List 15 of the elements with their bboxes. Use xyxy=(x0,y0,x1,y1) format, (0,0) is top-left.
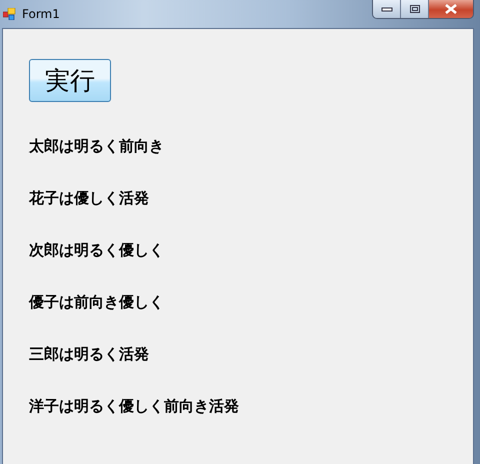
run-button[interactable]: 実行 xyxy=(29,59,111,102)
text-label: 次郎は明るく優しく xyxy=(29,240,165,260)
text-label: 三郎は明るく活発 xyxy=(29,344,150,364)
text-label: 花子は優しく活発 xyxy=(29,188,150,208)
window-title: Form1 xyxy=(22,7,60,21)
close-icon xyxy=(444,4,458,14)
minimize-button[interactable] xyxy=(373,0,401,18)
text-label: 洋子は明るく優しく前向き活発 xyxy=(29,396,240,416)
text-label: 太郎は明るく前向き xyxy=(29,136,165,156)
maximize-icon xyxy=(408,4,420,14)
close-button[interactable] xyxy=(429,0,473,18)
maximize-button[interactable] xyxy=(401,0,429,18)
text-label: 優子は前向き優しく xyxy=(29,292,165,312)
minimize-icon xyxy=(380,6,392,12)
app-icon xyxy=(3,8,16,20)
